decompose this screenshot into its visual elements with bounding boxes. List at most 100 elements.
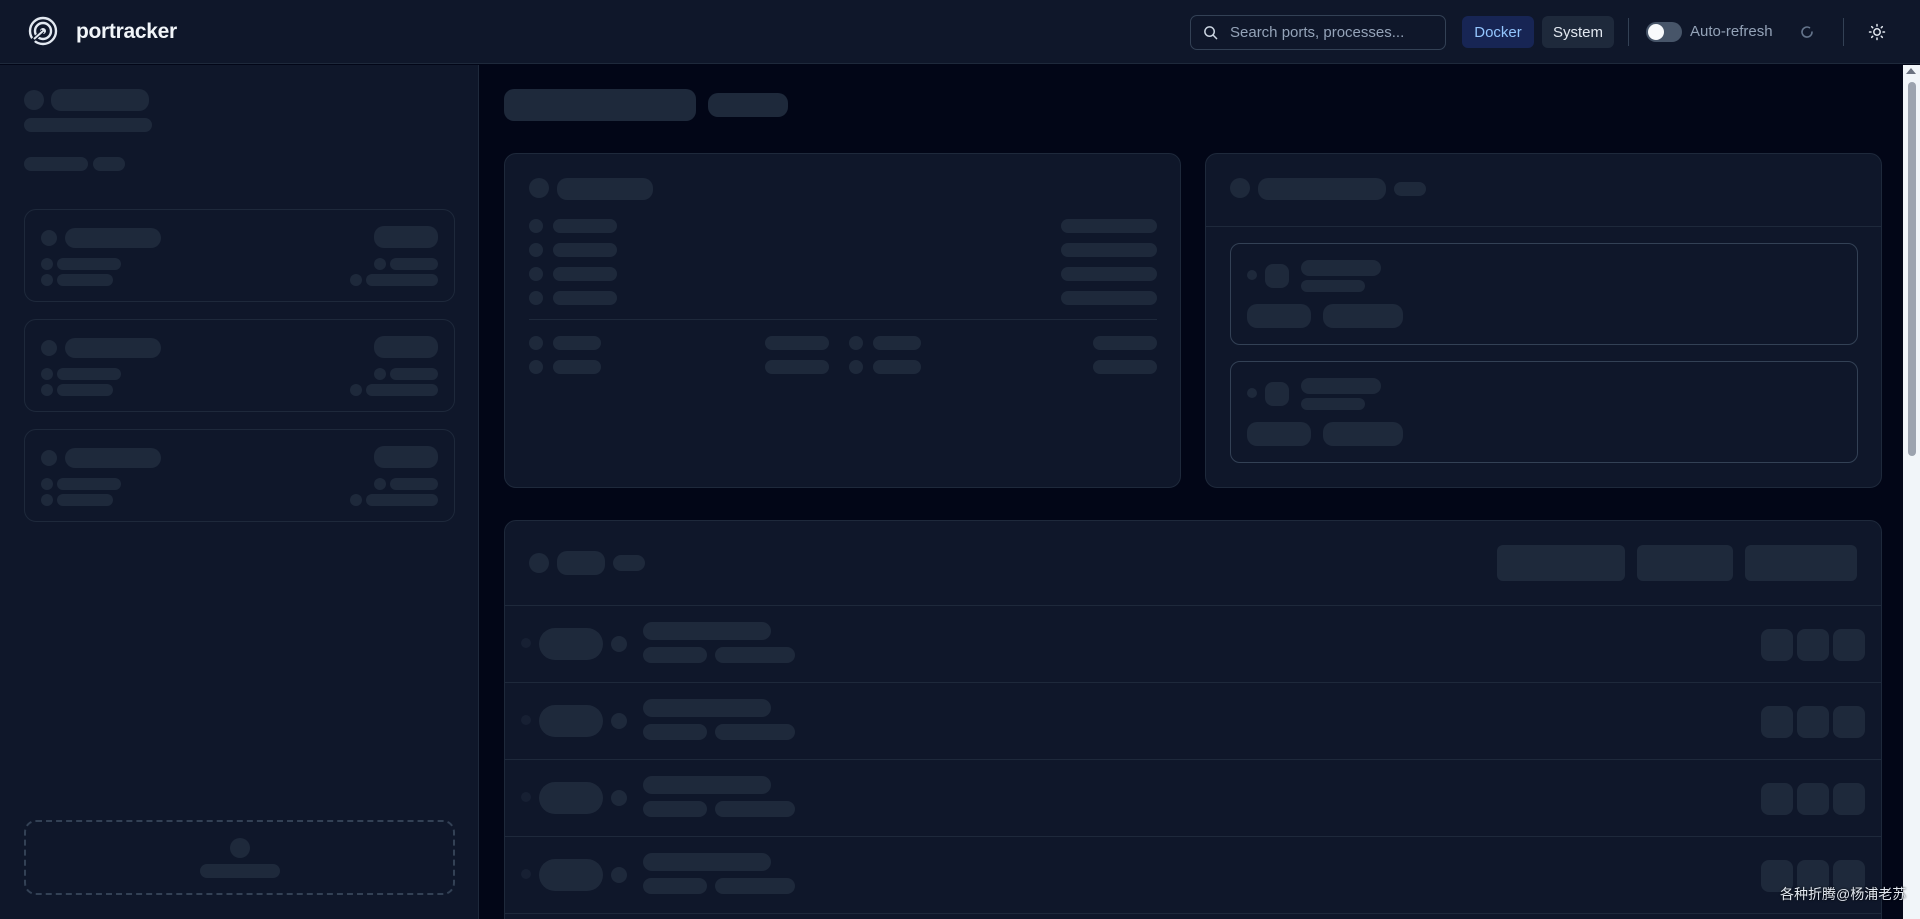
skeleton-line: [643, 647, 707, 663]
skeleton-action: [1761, 783, 1793, 815]
skeleton-heading: [1258, 178, 1386, 200]
skeleton-chip: [1247, 422, 1311, 446]
skeleton-page-title: [504, 89, 696, 121]
header-divider: [1628, 18, 1629, 46]
skeleton-chip: [1323, 304, 1403, 328]
skeleton-line: [1061, 243, 1157, 257]
skeleton-line: [715, 878, 795, 894]
skeleton-action: [1833, 629, 1865, 661]
skeleton-line: [1301, 260, 1381, 276]
skeleton-line: [57, 478, 121, 490]
search-icon: [1204, 26, 1218, 40]
skeleton-line: [390, 368, 438, 380]
skeleton-subtitle: [24, 118, 152, 132]
skeleton-dot: [521, 792, 531, 802]
docker-button[interactable]: Docker: [1462, 16, 1534, 48]
skeleton-avatar: [24, 90, 44, 110]
skeleton-dot: [529, 336, 543, 350]
skeleton-line: [873, 360, 921, 374]
skeleton-dot: [849, 360, 863, 374]
system-button[interactable]: System: [1542, 16, 1614, 48]
skeleton-line: [366, 384, 438, 396]
skeleton-action: [1761, 706, 1793, 738]
skeleton-line: [200, 864, 280, 878]
search-input[interactable]: [1230, 24, 1430, 41]
skeleton-action: [1797, 629, 1829, 661]
skeleton-line: [553, 336, 601, 350]
skeleton-line: [1301, 398, 1365, 410]
skeleton-dot: [41, 494, 53, 506]
skeleton-action: [1833, 706, 1865, 738]
skeleton-filter-button: [1745, 545, 1857, 581]
server-card[interactable]: [24, 429, 455, 522]
server-card[interactable]: [24, 319, 455, 412]
skeleton-dot: [41, 340, 57, 356]
service-card[interactable]: [1230, 361, 1858, 463]
skeleton-line: [1301, 378, 1381, 394]
skeleton-line: [643, 699, 771, 717]
skeleton-filter-button: [1497, 545, 1625, 581]
skeleton-icon: [1265, 264, 1289, 288]
skeleton-line: [643, 622, 771, 640]
skeleton-line: [57, 368, 121, 380]
skeleton-dot: [350, 274, 362, 286]
skeleton-icon: [529, 553, 549, 573]
refresh-icon[interactable]: [1799, 24, 1815, 40]
skeleton-line: [65, 448, 161, 468]
skeleton-line: [57, 258, 121, 270]
skeleton-action: [1797, 783, 1829, 815]
skeleton-action: [1761, 629, 1793, 661]
toggle-knob: [1648, 24, 1664, 40]
skeleton-line: [553, 360, 601, 374]
skeleton-dot: [521, 638, 531, 648]
skeleton-line: [765, 360, 829, 374]
skeleton-title: [51, 89, 149, 111]
skeleton-line: [366, 274, 438, 286]
add-server-button[interactable]: [24, 820, 455, 895]
scrollbar-thumb[interactable]: [1908, 82, 1916, 456]
ports-table-panel: [504, 520, 1882, 919]
skeleton-dot: [41, 368, 53, 380]
service-card[interactable]: [1230, 243, 1858, 345]
skeleton-line: [715, 724, 795, 740]
watermark-text: 各种折腾@杨浦老苏: [1780, 886, 1907, 902]
brand-name[interactable]: portracker: [76, 20, 177, 44]
search-box[interactable]: [1190, 15, 1446, 50]
skeleton-icon: [1230, 178, 1250, 198]
skeleton-heading: [557, 551, 605, 575]
auto-refresh-toggle[interactable]: [1646, 22, 1682, 42]
system-info-panel: [504, 153, 1181, 488]
skeleton-line: [1301, 280, 1365, 292]
skeleton-port-pill: [539, 782, 603, 814]
portracker-logo-icon[interactable]: [28, 15, 58, 47]
skeleton-line: [553, 243, 617, 257]
sidebar: [0, 65, 479, 919]
skeleton-dot: [374, 368, 386, 380]
skeleton-chip: [1323, 422, 1403, 446]
skeleton-chip: [1247, 304, 1311, 328]
skeleton-line: [643, 776, 771, 794]
skeleton-dot: [529, 291, 543, 305]
skeleton-badge: [374, 336, 438, 358]
skeleton-dot: [521, 869, 531, 879]
skeleton-dot: [529, 267, 543, 281]
skeleton-dot: [41, 450, 57, 466]
server-card[interactable]: [24, 209, 455, 302]
skeleton-line: [553, 267, 617, 281]
skeleton-badge: [1394, 182, 1426, 196]
skeleton-dot: [1247, 270, 1257, 280]
skeleton-port-pill: [539, 628, 603, 660]
skeleton-port-pill: [539, 859, 603, 891]
sun-icon[interactable]: [1868, 23, 1886, 41]
skeleton-line: [1061, 267, 1157, 281]
skeleton-line: [366, 494, 438, 506]
skeleton-line: [390, 478, 438, 490]
scroll-up-arrow-icon[interactable]: [1906, 68, 1916, 74]
skeleton-dot: [611, 867, 627, 883]
skeleton-line: [1093, 360, 1157, 374]
skeleton-line: [65, 338, 161, 358]
skeleton-dot: [41, 274, 53, 286]
skeleton-icon: [529, 178, 549, 198]
skeleton-filter-button: [1637, 545, 1733, 581]
skeleton-line: [553, 291, 617, 305]
